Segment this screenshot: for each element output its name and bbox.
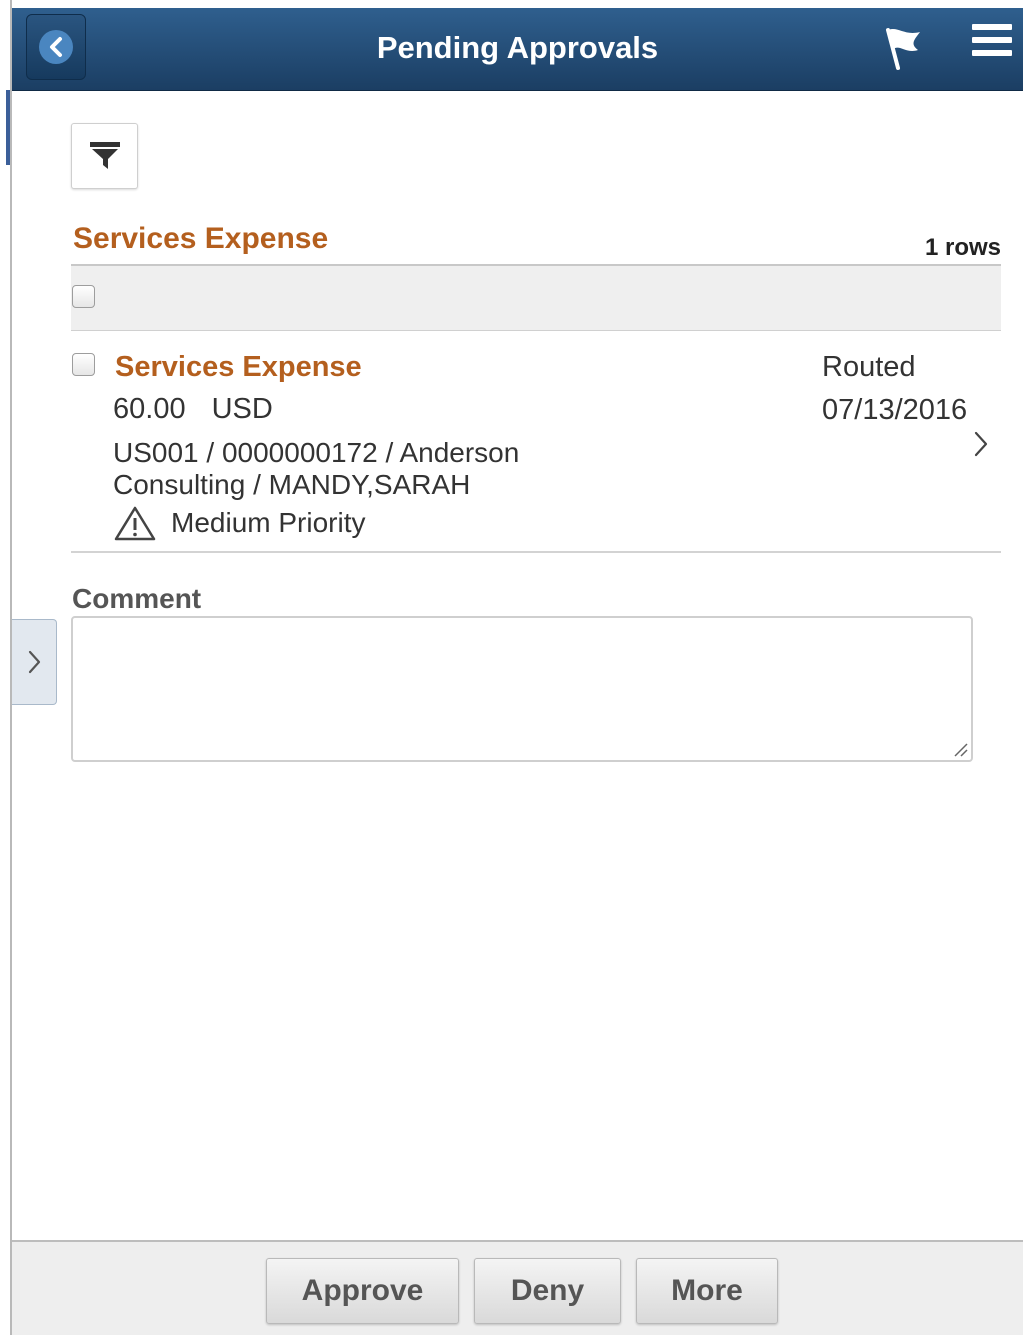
menu-button[interactable] [972,24,1012,68]
list-title: Services Expense [73,222,329,255]
comment-label: Comment [72,583,202,614]
row-count: 1 rows [924,234,1001,261]
flag-icon [886,28,920,70]
left-frame-accent [6,90,10,165]
hamburger-menu-icon [972,24,1012,56]
side-panel-toggle[interactable] [12,619,57,705]
app-header: Pending Approvals [12,8,1023,91]
item-currency: USD [211,393,273,425]
deny-button[interactable]: Deny [474,1258,621,1324]
action-footer: Approve Deny More [12,1240,1023,1335]
priority-label: Medium Priority [171,507,366,538]
row-checkbox[interactable] [72,353,95,376]
item-status: Routed [822,351,916,383]
item-description: US001 / 0000000172 / Anderson Consulting… [113,437,520,500]
comment-textarea[interactable] [71,616,973,762]
item-amount-line: 60.00 USD [113,393,273,426]
resize-grip-icon[interactable] [952,741,968,757]
warning-icon [114,506,156,541]
select-all-bar [71,264,1001,331]
item-date: 07/13/2016 [822,394,968,426]
list-item[interactable]: Services Expense 60.00 USD US001 / 000000… [71,331,1001,553]
select-all-checkbox[interactable] [72,285,95,308]
approve-button[interactable]: Approve [266,1258,459,1324]
item-title: Services Expense [115,351,362,383]
filter-button[interactable] [71,123,138,189]
flag-button[interactable] [874,22,930,72]
item-amount: 60.00 [113,393,186,425]
chevron-right-icon [28,650,41,674]
chevron-right-icon[interactable] [969,429,993,459]
page-title: Pending Approvals [376,30,659,65]
left-frame-edge [0,0,12,1335]
more-button[interactable]: More [636,1258,778,1324]
funnel-filter-icon [89,142,120,169]
item-priority: Medium Priority [113,505,365,541]
